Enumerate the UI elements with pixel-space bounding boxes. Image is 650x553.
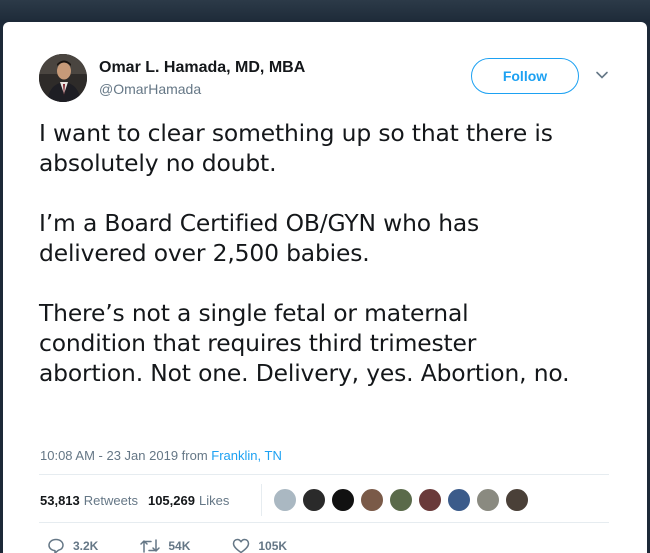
like-count: 105K bbox=[258, 539, 288, 553]
liker-avatar[interactable] bbox=[302, 488, 326, 512]
retweets-stat[interactable]: 53,813 Retweets bbox=[40, 493, 138, 508]
tweet-text: I want to clear something up so that the… bbox=[39, 118, 629, 418]
divider bbox=[39, 474, 609, 475]
liker-avatar[interactable] bbox=[476, 488, 500, 512]
liker-avatar[interactable] bbox=[389, 488, 413, 512]
likes-label: Likes bbox=[198, 493, 230, 508]
stats-separator bbox=[261, 484, 262, 516]
likes-stat[interactable]: 105,269 Likes bbox=[148, 493, 229, 508]
retweets-count: 53,813 bbox=[40, 493, 80, 508]
liker-avatar[interactable] bbox=[505, 488, 529, 512]
reply-count: 3.2K bbox=[73, 539, 99, 553]
tweet-actions: 3.2K 54K 105K bbox=[47, 538, 329, 553]
reply-icon bbox=[48, 538, 64, 553]
tweet-paragraph: I’m a Board Certified OB/GYN who has del… bbox=[39, 209, 480, 267]
divider bbox=[39, 522, 609, 523]
author-handle[interactable]: @OmarHamada bbox=[99, 81, 201, 97]
retweet-button[interactable]: 54K bbox=[140, 538, 190, 553]
tweet-paragraph: There’s not a single fetal or maternal c… bbox=[39, 299, 570, 387]
tweet-card: Omar L. Hamada, MD, MBA @OmarHamada Foll… bbox=[3, 22, 647, 553]
retweets-label: Retweets bbox=[83, 493, 138, 508]
chevron-down-icon[interactable] bbox=[595, 68, 609, 82]
retweet-count: 54K bbox=[168, 539, 191, 553]
author-name[interactable]: Omar L. Hamada, MD, MBA bbox=[99, 59, 305, 77]
liker-avatar[interactable] bbox=[418, 488, 442, 512]
avatar[interactable] bbox=[39, 54, 87, 102]
retweet-icon bbox=[140, 539, 161, 553]
liker-avatar[interactable] bbox=[447, 488, 471, 512]
engagement-stats: 53,813 Retweets 105,269 Likes bbox=[40, 493, 239, 508]
reply-button[interactable]: 3.2K bbox=[47, 538, 98, 553]
liker-avatar[interactable] bbox=[360, 488, 384, 512]
liker-avatar[interactable] bbox=[331, 488, 355, 512]
tweet-metadata: 10:08 AM - 23 Jan 2019 from Franklin, TN bbox=[40, 448, 282, 463]
follow-button[interactable]: Follow bbox=[471, 58, 579, 94]
tweet-paragraph: I want to clear something up so that the… bbox=[39, 119, 553, 177]
window-top-bar bbox=[0, 0, 650, 20]
liker-avatars bbox=[273, 488, 534, 512]
likes-count: 105,269 bbox=[147, 493, 195, 508]
tweet-timestamp[interactable]: 10:08 AM - 23 Jan 2019 from bbox=[40, 448, 211, 463]
liker-avatar[interactable] bbox=[273, 488, 297, 512]
tweet-location-link[interactable]: Franklin, TN bbox=[211, 448, 282, 463]
like-button[interactable]: 105K bbox=[232, 538, 287, 553]
heart-icon bbox=[233, 538, 250, 553]
